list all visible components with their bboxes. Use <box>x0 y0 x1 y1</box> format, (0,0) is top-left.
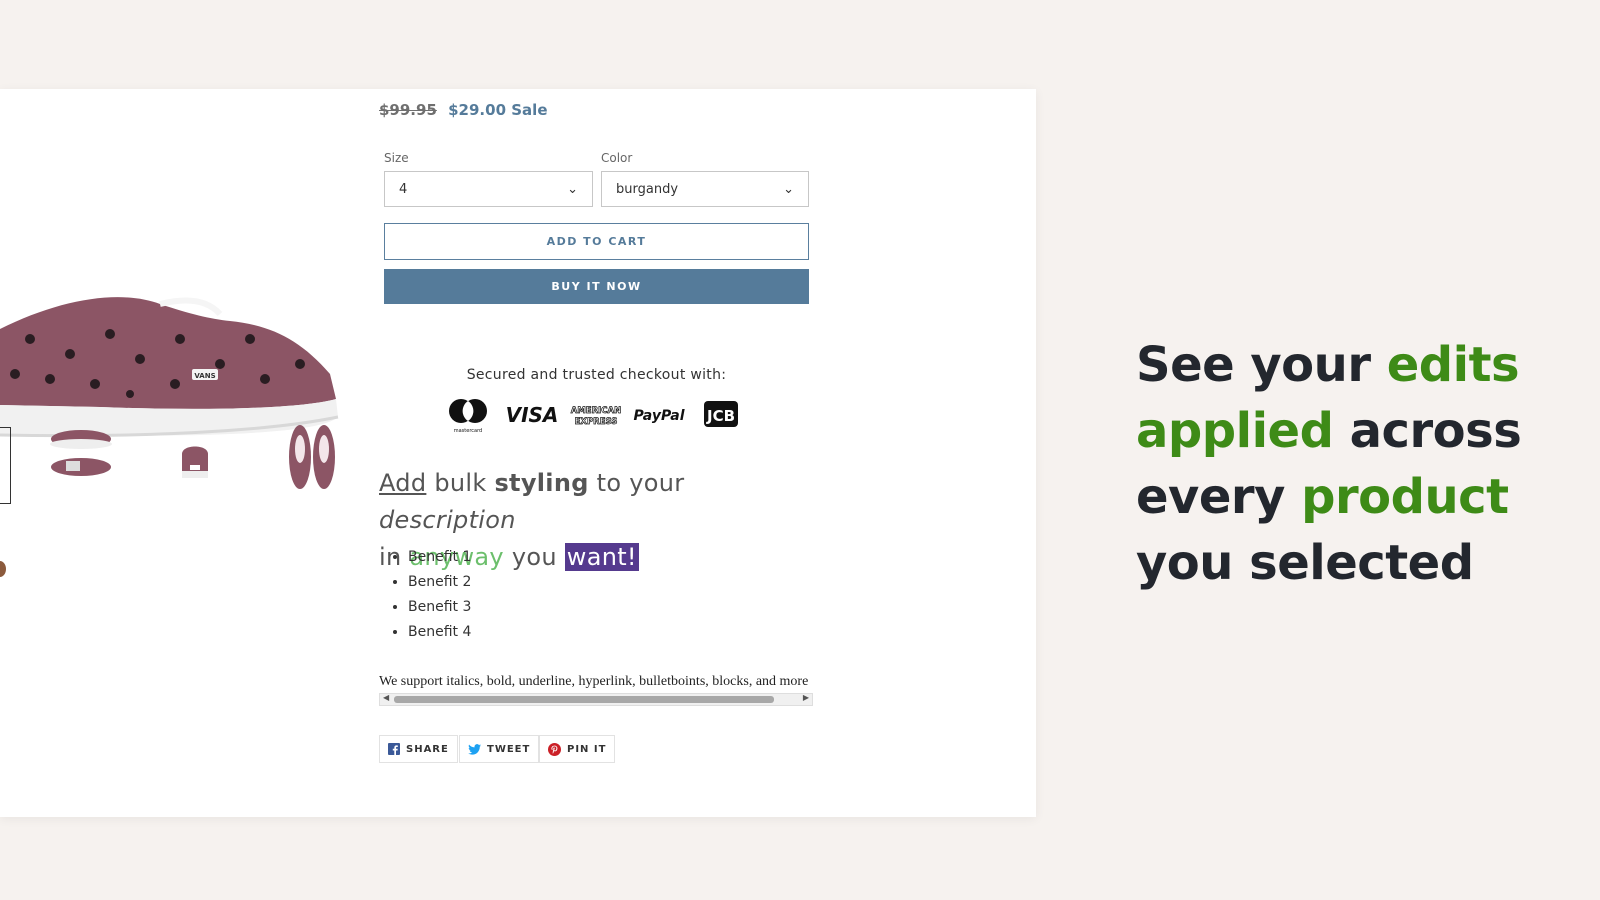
shoe-brand-label: VANS <box>194 372 215 380</box>
description-word: to your <box>596 469 685 497</box>
twitter-icon <box>468 743 481 755</box>
benefits-list: Benefit 1 Benefit 2 Benefit 3 Benefit 4 <box>380 545 471 645</box>
scroll-left-icon[interactable]: ◀ <box>383 693 389 702</box>
price-block: $99.95 $29.00 Sale <box>379 101 548 119</box>
size-select-value: 4 <box>399 181 408 197</box>
color-label: Color <box>601 151 633 165</box>
headline-line: you selected <box>1136 530 1521 596</box>
color-select[interactable]: burgandy ⌄ <box>601 171 809 207</box>
headline-text: across <box>1349 403 1522 459</box>
sale-label: Sale <box>511 101 548 119</box>
list-item: Benefit 2 <box>408 570 471 595</box>
buy-it-now-button[interactable]: BUY IT NOW <box>384 269 809 304</box>
svg-text:JCB: JCB <box>706 407 735 425</box>
headline-line: applied across <box>1136 398 1522 464</box>
description-underlined-word: Add <box>379 469 427 497</box>
size-select[interactable]: 4 ⌄ <box>384 171 593 207</box>
svg-text:PayPal: PayPal <box>633 408 684 424</box>
headline-line: See your edits <box>1136 332 1521 398</box>
list-item: Benefit 3 <box>408 595 471 620</box>
headline-accent-text: product <box>1301 469 1509 525</box>
share-label: SHARE <box>406 743 449 755</box>
add-to-cart-button[interactable]: ADD TO CART <box>384 223 809 260</box>
headline-line: every product <box>1136 464 1521 530</box>
thumbnail-4[interactable] <box>282 419 342 494</box>
share-facebook-button[interactable]: SHARE <box>379 735 458 763</box>
thumbnail-3[interactable] <box>170 419 220 489</box>
secured-checkout-text: Secured and trusted checkout with: <box>466 367 727 383</box>
description-italic-word: description <box>379 506 516 534</box>
list-item: Benefit 4 <box>408 620 471 645</box>
thumbnail-selected-frame[interactable] <box>0 427 11 504</box>
facebook-icon <box>388 743 400 755</box>
description-word: bulk <box>434 469 487 497</box>
chevron-down-icon: ⌄ <box>567 181 578 197</box>
headline-text: you selected <box>1136 535 1474 591</box>
pinterest-icon <box>548 742 561 756</box>
visa-icon: VISA <box>506 403 558 427</box>
color-select-value: burgandy <box>616 181 679 197</box>
marketing-headline: See your edits applied across every prod… <box>1136 332 1522 596</box>
headline-accent-text: applied <box>1136 403 1334 459</box>
headline-text: See your <box>1136 337 1371 393</box>
size-label: Size <box>384 151 409 165</box>
thumbnail-2[interactable] <box>46 419 116 489</box>
description-word: you <box>511 543 557 571</box>
description-bold-word: styling <box>494 469 589 497</box>
description-highlighted-word: want! <box>564 543 639 571</box>
horizontal-scrollbar[interactable]: ◀ ▶ <box>379 693 813 706</box>
headline-text: every <box>1136 469 1285 525</box>
support-text: We support italics, bold, underline, hyp… <box>379 674 809 689</box>
svg-text:mastercard: mastercard <box>454 428 482 434</box>
chevron-down-icon: ⌄ <box>783 181 794 197</box>
jcb-icon: JCB <box>704 401 738 427</box>
headline-accent-text: edits <box>1386 337 1520 393</box>
list-item: Benefit 1 <box>408 545 471 570</box>
svg-text:VISA: VISA <box>506 403 558 427</box>
product-page-card: VANS $99.95 $29.00 Sale Size 4 ⌄ Color b… <box>0 89 1036 817</box>
svg-text:AMERICAN: AMERICAN <box>571 406 621 416</box>
scrollbar-thumb[interactable] <box>394 696 774 703</box>
price-sale: $29.00 <box>448 101 507 119</box>
american-express-icon: AMERICAN EXPRESS <box>570 406 621 428</box>
tweet-button[interactable]: TWEET <box>459 735 540 763</box>
svg-text:EXPRESS: EXPRESS <box>575 417 618 427</box>
share-label: TWEET <box>487 743 531 755</box>
price-original: $99.95 <box>379 101 437 119</box>
share-label: PIN IT <box>567 743 607 755</box>
mastercard-icon: mastercard <box>449 399 487 434</box>
paypal-icon: PayPal <box>633 408 684 424</box>
scroll-right-icon[interactable]: ▶ <box>803 693 809 702</box>
thumbnail-5-partial[interactable] <box>0 561 6 577</box>
pin-it-button[interactable]: PIN IT <box>539 735 616 763</box>
